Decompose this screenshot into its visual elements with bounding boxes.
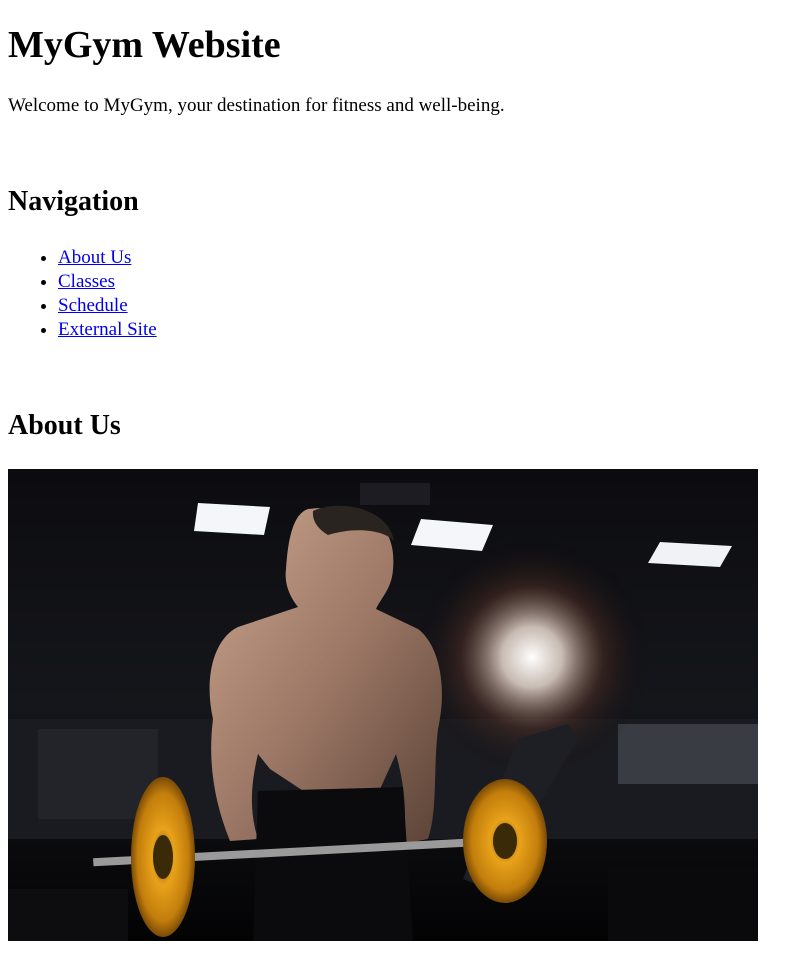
nav-link-classes[interactable]: Classes	[58, 271, 115, 292]
nav-link-external-site[interactable]: External Site	[58, 319, 157, 340]
nav-item-about: About Us	[58, 246, 157, 270]
navigation-list: About Us Classes Schedule External Site	[8, 246, 157, 342]
page-title: MyGym Website	[8, 24, 281, 66]
nav-item-schedule: Schedule	[58, 294, 157, 318]
nav-item-classes: Classes	[58, 270, 157, 294]
nav-item-external: External Site	[58, 318, 157, 342]
nav-link-schedule[interactable]: Schedule	[58, 295, 128, 316]
nav-link-about-us[interactable]: About Us	[58, 247, 131, 268]
about-us-heading: About Us	[8, 410, 121, 441]
intro-text: Welcome to MyGym, your destination for f…	[8, 95, 505, 116]
navigation-heading: Navigation	[8, 186, 139, 217]
gym-hero-image	[8, 469, 758, 941]
